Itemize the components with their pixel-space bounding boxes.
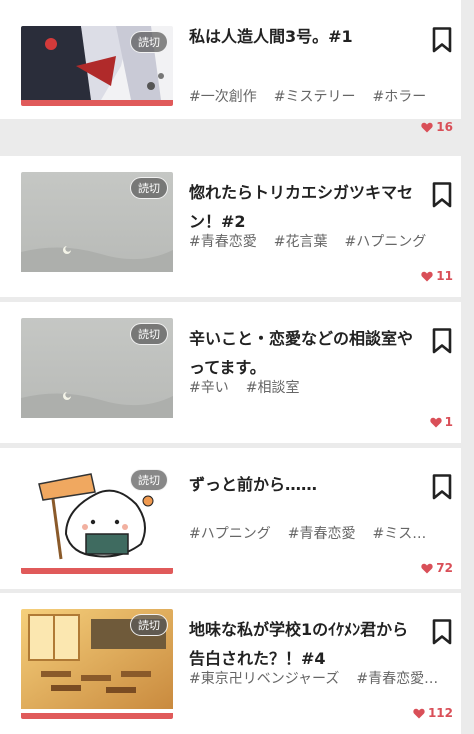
tag-link[interactable]: #辛い <box>189 380 229 396</box>
story-card[interactable]: 読切 辛いこと・恋愛などの相談室やってます。 #辛い #相談室 1 <box>0 302 461 443</box>
story-thumbnail[interactable]: 読切 <box>21 172 173 282</box>
like-count-value: 1 <box>444 415 453 429</box>
like-count: 112 <box>413 706 453 720</box>
tag-link[interactable]: #青春恋愛 <box>288 526 356 542</box>
read-progress-bar <box>21 100 173 106</box>
like-count: 1 <box>429 415 453 429</box>
tag-link[interactable]: #ハプニング <box>344 234 426 250</box>
story-list: 読切 私は人造人間3号。#1 #一次創作 #ミステリー #ホラー 16 読切 惚れた… <box>0 0 474 734</box>
tag-link[interactable]: #青春恋愛… <box>356 671 438 687</box>
heart-icon <box>421 563 433 573</box>
bookmark-icon[interactable] <box>432 619 452 645</box>
like-count: 11 <box>421 269 453 283</box>
tag-link[interactable]: #東京卍リベンジャーズ <box>189 671 339 687</box>
story-tags: #青春恋愛 #花言葉 #ハプニング <box>189 232 444 252</box>
tag-link[interactable]: #ミステリー <box>274 89 356 105</box>
tag-link[interactable]: #花言葉 <box>274 234 328 250</box>
read-progress-bar <box>21 713 173 719</box>
bookmark-icon[interactable] <box>432 27 452 53</box>
read-progress-bar <box>21 568 173 574</box>
tag-link[interactable]: #相談室 <box>246 380 300 396</box>
story-card[interactable]: 読切 私は人造人間3号。#1 #一次創作 #ミステリー #ホラー 16 <box>0 0 461 134</box>
story-thumbnail[interactable]: 読切 <box>21 464 173 574</box>
oneshot-badge: 読切 <box>130 323 168 345</box>
like-count: 72 <box>421 561 453 575</box>
story-tags: #一次創作 #ミステリー #ホラー <box>189 87 444 107</box>
story-tags: #東京卍リベンジャーズ #青春恋愛… <box>189 669 444 689</box>
story-card[interactable]: 読切 惚れたらトリカエシガツキマセン！#2 #青春恋愛 #花言葉 #ハプニング 11 <box>0 156 461 297</box>
story-title[interactable]: 辛いこと・恋愛などの相談室やってます。 <box>189 324 419 382</box>
story-thumbnail[interactable]: 読切 <box>21 609 173 719</box>
heart-icon <box>429 417 442 427</box>
like-count-value: 72 <box>436 561 453 575</box>
like-count-value: 16 <box>436 120 453 134</box>
heart-icon <box>413 708 425 718</box>
oneshot-badge: 読切 <box>130 614 168 636</box>
bookmark-icon[interactable] <box>432 328 452 354</box>
oneshot-badge: 読切 <box>130 469 168 491</box>
like-count: 16 <box>421 120 453 134</box>
oneshot-badge: 読切 <box>130 31 168 53</box>
story-title[interactable]: 地味な私が学校1のｲｹﾒﾝ君から告白された？！#4 <box>189 615 419 673</box>
story-title[interactable]: ずっと前から…… <box>189 470 419 499</box>
story-title[interactable]: 惚れたらトリカエシガツキマセン！#2 <box>189 178 419 236</box>
story-thumbnail[interactable]: 読切 <box>21 318 173 428</box>
story-card[interactable]: 読切 地味な私が学校1のｲｹﾒﾝ君から告白された？！#4 #東京卍リベンジャーズ… <box>0 593 461 734</box>
tag-link[interactable]: #ハプニング <box>189 526 271 542</box>
bookmark-icon[interactable] <box>432 182 452 208</box>
oneshot-badge: 読切 <box>130 177 168 199</box>
tag-link[interactable]: #青春恋愛 <box>189 234 257 250</box>
heart-icon <box>421 122 433 132</box>
story-title[interactable]: 私は人造人間3号。#1 <box>189 22 419 51</box>
story-tags: #辛い #相談室 <box>189 378 444 398</box>
like-count-value: 11 <box>436 269 453 283</box>
story-thumbnail[interactable]: 読切 <box>21 26 173 106</box>
heart-icon <box>421 271 433 281</box>
story-card[interactable]: 読切 ずっと前から…… #ハプニング #青春恋愛 #ミス… 72 <box>0 448 461 589</box>
tag-link[interactable]: #ホラー <box>372 89 426 105</box>
bookmark-icon[interactable] <box>432 474 452 500</box>
tag-link[interactable]: #ミス… <box>372 526 426 542</box>
like-count-value: 112 <box>427 706 453 720</box>
story-tags: #ハプニング #青春恋愛 #ミス… <box>189 524 444 544</box>
tag-link[interactable]: #一次創作 <box>189 89 257 105</box>
